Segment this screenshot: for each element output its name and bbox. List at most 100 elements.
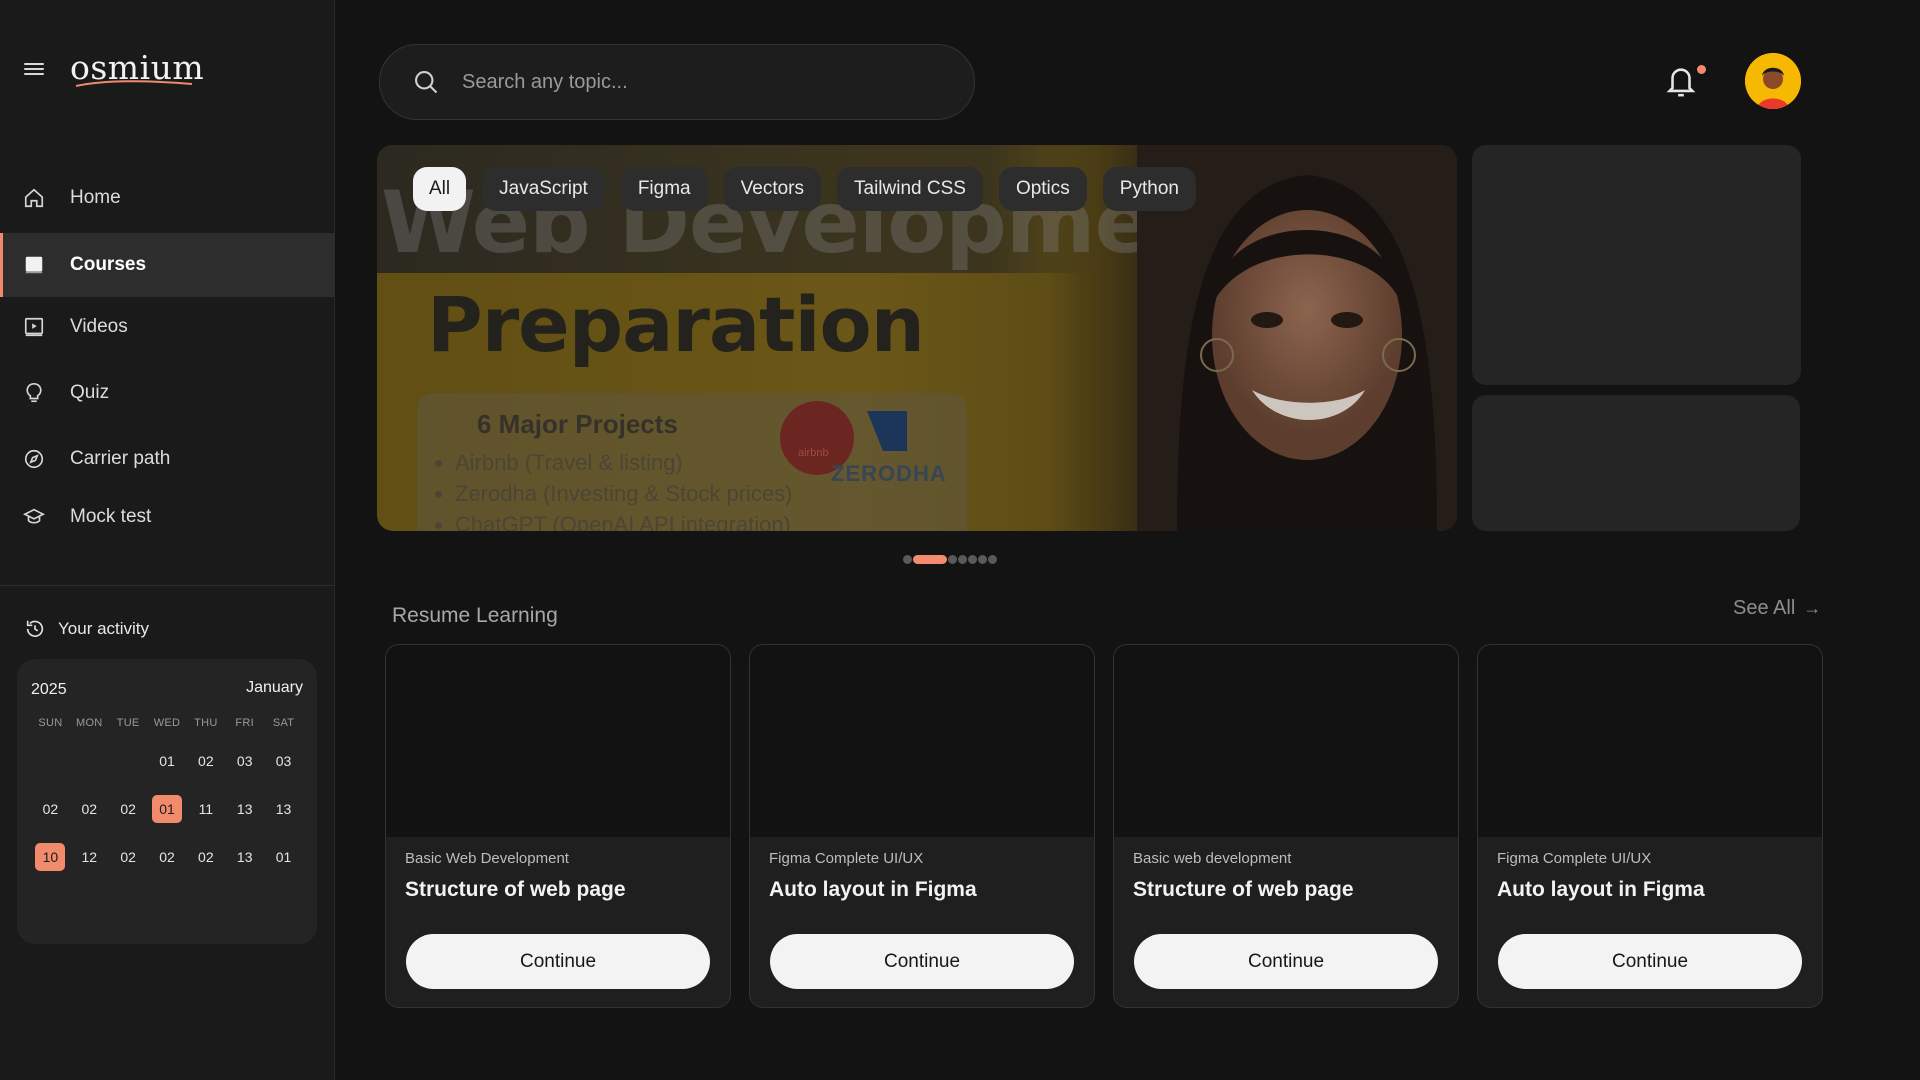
calendar-day[interactable]: 02 xyxy=(109,785,148,833)
calendar-day-number: 13 xyxy=(275,801,292,817)
calendar-day[interactable]: 01 xyxy=(264,833,303,881)
search-input[interactable] xyxy=(462,70,902,94)
course-thumbnail xyxy=(386,645,730,837)
carousel-dot[interactable] xyxy=(988,555,997,564)
course-lesson-title: Structure of web page xyxy=(1133,878,1354,901)
calendar-day-number xyxy=(35,747,65,775)
calendar-weekday: WED xyxy=(153,717,181,729)
course-lesson-title: Auto layout in Figma xyxy=(1497,878,1705,901)
user-avatar[interactable] xyxy=(1745,53,1801,109)
calendar-day[interactable]: 10 xyxy=(31,833,70,881)
calendar-day-number: 01 xyxy=(151,795,182,823)
sidebar-divider xyxy=(0,585,335,586)
sidebar-item-videos[interactable]: Videos xyxy=(0,295,335,359)
see-all-link[interactable]: See All → xyxy=(1733,597,1821,620)
calendar-day-number: 02 xyxy=(120,849,136,865)
sidebar-item-courses[interactable]: Courses xyxy=(0,233,335,297)
course-category: Basic Web Development xyxy=(405,850,569,867)
carousel-indicators xyxy=(903,555,998,564)
chip-all[interactable]: All xyxy=(413,167,467,211)
chip-python[interactable]: Python xyxy=(1102,167,1196,211)
calendar-day[interactable]: 13 xyxy=(225,785,264,833)
book-icon xyxy=(22,253,46,277)
calendar-day-number: 12 xyxy=(81,849,98,865)
calendar-day[interactable]: 02 xyxy=(109,833,148,881)
calendar-day[interactable]: 02 xyxy=(148,833,187,881)
sidebar-item-quiz[interactable]: Quiz xyxy=(0,361,335,425)
home-icon xyxy=(22,186,46,210)
course-card[interactable]: Basic Web Development Structure of web p… xyxy=(385,644,731,1008)
continue-button[interactable]: Continue xyxy=(1498,934,1802,989)
chip-javascript[interactable]: JavaScript xyxy=(482,167,605,211)
carousel-dot[interactable] xyxy=(948,555,957,564)
calendar-day[interactable]: 02 xyxy=(31,785,70,833)
course-category: Basic web development xyxy=(1133,850,1292,867)
course-card[interactable]: Basic web development Structure of web p… xyxy=(1113,644,1459,1008)
sidebar-item-carrier-path[interactable]: Carrier path xyxy=(0,427,335,491)
calendar-month[interactable]: January xyxy=(246,679,303,699)
continue-button[interactable]: Continue xyxy=(770,934,1074,989)
carousel-dot[interactable] xyxy=(968,555,977,564)
sidebar-item-label: Mock test xyxy=(70,506,152,527)
course-card[interactable]: Figma Complete UI/UX Auto layout in Figm… xyxy=(1477,644,1823,1008)
calendar-day[interactable]: 11 xyxy=(186,785,225,833)
calendar-day[interactable]: 02 xyxy=(186,737,225,785)
see-all-label: See All xyxy=(1733,597,1796,619)
calendar-day-number: 03 xyxy=(275,753,292,769)
sidebar-item-label: Quiz xyxy=(70,382,110,403)
calendar-day-number: 03 xyxy=(236,753,253,769)
continue-button[interactable]: Continue xyxy=(406,934,710,989)
calendar-day[interactable]: 12 xyxy=(70,833,109,881)
carousel-dot[interactable] xyxy=(903,555,912,564)
chip-figma[interactable]: Figma xyxy=(620,167,708,211)
calendar-day[interactable]: 13 xyxy=(264,785,303,833)
calendar-day-number: 01 xyxy=(275,849,292,865)
course-thumbnail xyxy=(1114,645,1458,837)
course-thumbnail xyxy=(750,645,1094,837)
video-icon xyxy=(22,315,46,339)
activity-calendar: 2025 January SUN MON TUE WED THU FRI SAT 01 02 03… xyxy=(17,659,317,944)
course-lesson-title: Auto layout in Figma xyxy=(769,878,977,901)
calendar-day[interactable]: 01 xyxy=(148,785,187,833)
calendar-day[interactable]: 02 xyxy=(186,833,225,881)
continue-button[interactable]: Continue xyxy=(1134,934,1438,989)
chip-optics[interactable]: Optics xyxy=(998,167,1087,211)
calendar-day-number xyxy=(113,747,143,775)
chip-vectors[interactable]: Vectors xyxy=(723,167,821,211)
resume-learning-title: Resume Learning xyxy=(392,604,558,627)
calendar-day-number: 02 xyxy=(159,849,175,865)
side-promo-card-top[interactable] xyxy=(1472,145,1801,385)
calendar-day[interactable]: 03 xyxy=(225,737,264,785)
activity-label: Your activity xyxy=(58,619,150,638)
carousel-dot[interactable] xyxy=(913,555,947,564)
course-category: Figma Complete UI/UX xyxy=(769,850,924,867)
carousel-dot[interactable] xyxy=(978,555,987,564)
sidebar-nav: Home Courses Videos Quiz Carrier path Mo… xyxy=(0,166,335,549)
calendar-day-number: 13 xyxy=(236,801,253,817)
calendar-weekday: SUN xyxy=(38,717,63,729)
sidebar-item-home[interactable]: Home xyxy=(0,166,335,230)
calendar-day-number: 02 xyxy=(198,849,214,865)
chip-tailwind-css[interactable]: Tailwind CSS xyxy=(837,167,983,211)
lightbulb-icon xyxy=(22,381,46,405)
arrow-right-icon: → xyxy=(1803,598,1822,618)
calendar-day[interactable]: 01 xyxy=(148,737,187,785)
notification-bell-icon[interactable] xyxy=(1664,62,1698,100)
calendar-year: 2025 xyxy=(31,681,67,698)
calendar-day-number: 13 xyxy=(236,849,253,865)
topic-filter-chips: All JavaScript Figma Vectors Tailwind CS… xyxy=(413,167,1212,211)
sidebar: osmium Home Courses Videos Quiz Carrier … xyxy=(0,0,335,1080)
notification-badge xyxy=(1697,65,1706,74)
search-bar[interactable] xyxy=(379,44,975,120)
sidebar-item-label: Courses xyxy=(70,254,147,275)
calendar-day[interactable]: 03 xyxy=(264,737,303,785)
search-icon xyxy=(415,71,438,94)
hamburger-menu-icon[interactable] xyxy=(24,60,44,80)
calendar-day[interactable]: 13 xyxy=(225,833,264,881)
side-promo-card-bottom[interactable] xyxy=(1472,395,1800,531)
sidebar-item-mock-test[interactable]: Mock test xyxy=(0,485,335,549)
course-card[interactable]: Figma Complete UI/UX Auto layout in Figm… xyxy=(749,644,1095,1008)
calendar-weekday: FRI xyxy=(235,717,255,729)
carousel-dot[interactable] xyxy=(958,555,967,564)
calendar-day[interactable]: 02 xyxy=(70,785,109,833)
